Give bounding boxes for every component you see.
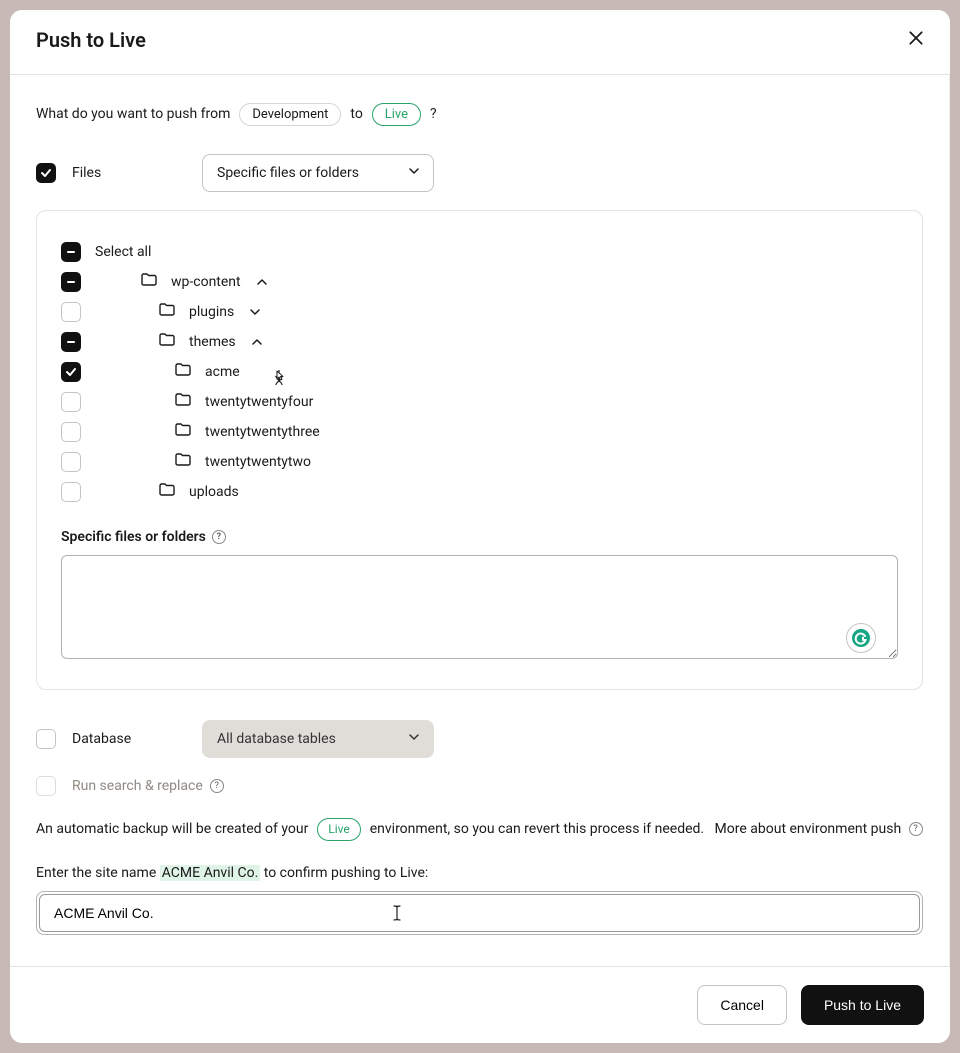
files-select[interactable]: Specific files or folders (202, 154, 434, 192)
cancel-button[interactable]: Cancel (697, 985, 787, 1025)
collapse-icon[interactable] (250, 335, 264, 349)
grammarly-icon[interactable] (846, 623, 876, 653)
push-to-live-button[interactable]: Push to Live (801, 985, 924, 1025)
target-env-pill: Live (372, 103, 421, 126)
acme-checkbox[interactable] (61, 362, 81, 382)
database-checkbox[interactable] (36, 729, 56, 749)
folder-icon (175, 392, 191, 412)
search-replace-checkbox[interactable] (36, 776, 56, 796)
paths-textarea[interactable] (61, 555, 898, 659)
uploads-checkbox[interactable] (61, 482, 81, 502)
database-select[interactable]: All database tables (202, 720, 434, 758)
chevron-down-icon (407, 164, 421, 182)
twentyfour-label: twentytwentyfour (205, 394, 313, 410)
folder-icon (159, 482, 175, 502)
files-label: Files (72, 165, 202, 181)
folder-icon (175, 422, 191, 442)
backup-env-pill: Live (317, 818, 360, 841)
question-suffix: ? (430, 106, 437, 122)
folder-icon (159, 332, 175, 352)
twentythree-checkbox[interactable] (61, 422, 81, 442)
help-icon[interactable]: ? (212, 530, 226, 544)
select-all-checkbox[interactable] (61, 242, 81, 262)
uploads-label: uploads (189, 484, 239, 500)
more-about-push-link[interactable]: More about environment push (715, 821, 902, 837)
backup-post: environment, so you can revert this proc… (370, 821, 704, 837)
folder-icon (175, 452, 191, 472)
folder-icon (175, 362, 191, 382)
select-all-label: Select all (95, 244, 151, 260)
twentytwo-checkbox[interactable] (61, 452, 81, 472)
help-icon[interactable]: ? (210, 779, 224, 793)
twentyfour-checkbox[interactable] (61, 392, 81, 412)
chevron-down-icon (407, 730, 421, 748)
backup-note: An automatic backup will be created of y… (36, 818, 923, 841)
question-middle: to (350, 106, 362, 122)
folder-icon (159, 302, 175, 322)
collapse-icon[interactable] (255, 275, 269, 289)
source-env-pill: Development (239, 103, 341, 126)
push-question: What do you want to push from Developmen… (36, 103, 923, 126)
wp-content-label: wp-content (171, 274, 241, 290)
file-tree: Select all wp-content plugins theme (36, 210, 923, 690)
modal-title: Push to Live (36, 28, 146, 52)
twentytwo-label: twentytwentytwo (205, 454, 311, 470)
wp-content-checkbox[interactable] (61, 272, 81, 292)
paths-label: Specific files or folders (61, 529, 206, 545)
backup-pre: An automatic backup will be created of y… (36, 821, 308, 837)
question-prefix: What do you want to push from (36, 106, 230, 122)
expand-icon[interactable] (248, 305, 262, 319)
themes-label: themes (189, 334, 236, 350)
files-checkbox[interactable] (36, 163, 56, 183)
confirm-label: Enter the site name ACME Anvil Co. to co… (36, 865, 923, 881)
search-replace-label: Run search & replace (72, 778, 203, 794)
database-label: Database (72, 731, 202, 747)
help-icon[interactable]: ? (909, 822, 923, 836)
plugins-checkbox[interactable] (61, 302, 81, 322)
files-select-value: Specific files or folders (217, 165, 359, 181)
plugins-label: plugins (189, 304, 234, 320)
close-icon[interactable] (908, 30, 924, 50)
twentythree-label: twentytwentythree (205, 424, 320, 440)
acme-label: acme (205, 364, 240, 380)
themes-checkbox[interactable] (61, 332, 81, 352)
folder-icon (141, 272, 157, 292)
confirm-site-input[interactable] (39, 894, 920, 932)
site-name-highlight: ACME Anvil Co. (160, 865, 261, 881)
database-select-value: All database tables (217, 731, 336, 747)
